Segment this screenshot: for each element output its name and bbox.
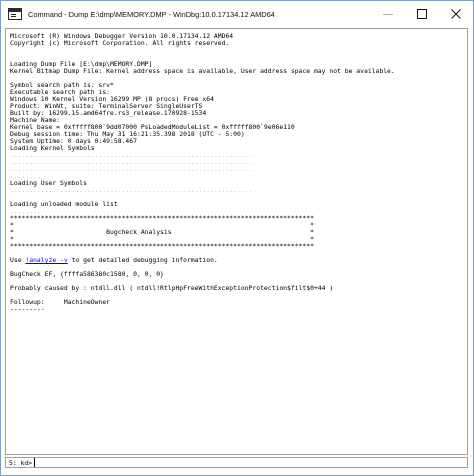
output-line: Loading unloaded module list [10,200,118,208]
windbg-window: Command - Dump E:\dmp\MEMORY.DMP - WinDb… [0,0,474,476]
output-line: ........................................… [10,165,253,173]
debugger-output: Microsoft (R) Windows Debugger Version 1… [6,29,467,313]
output-line: ........................................… [10,186,253,194]
output-line: Copyright (c) Microsoft Corporation. All… [10,39,230,47]
command-prompt: 5: kd> [9,458,33,467]
analyze-link[interactable]: !analyze -v [25,256,67,264]
output-text: to get detailed debugging information. [67,256,218,264]
command-input[interactable] [34,458,467,467]
output-line: --------- [10,305,45,313]
output-text: Use [10,256,26,264]
window-controls [371,1,473,27]
output-line: Kernel Bitmap Dump File: Kernel address … [10,67,395,75]
close-icon [451,9,461,19]
minimize-button[interactable] [371,1,405,27]
window-title: Command - Dump E:\dmp\MEMORY.DMP - WinDb… [28,9,275,19]
output-line: BugCheck EF, {ffffa586380c1580, 0, 0, 0} [10,270,164,278]
command-output-pane[interactable]: Microsoft (R) Windows Debugger Version 1… [5,28,468,455]
command-bar: 5: kd> [5,457,468,468]
close-button[interactable] [439,1,473,27]
maximize-button[interactable] [405,1,439,27]
console-app-icon[interactable] [8,8,22,20]
output-line: Followup: MachineOwner [10,298,111,306]
output-line: Use !analyze -v to get detailed debuggin… [10,257,467,264]
output-line: Probably caused by : ntdll.dll ( ntdll!R… [10,284,334,292]
title-bar[interactable]: Command - Dump E:\dmp\MEMORY.DMP - WinDb… [1,1,473,27]
maximize-icon [417,9,427,19]
minimize-icon [383,14,393,15]
output-line: ****************************************… [10,242,314,250]
output-line: Built by: 16299.15.amd64fre.rs3_release.… [10,109,207,117]
